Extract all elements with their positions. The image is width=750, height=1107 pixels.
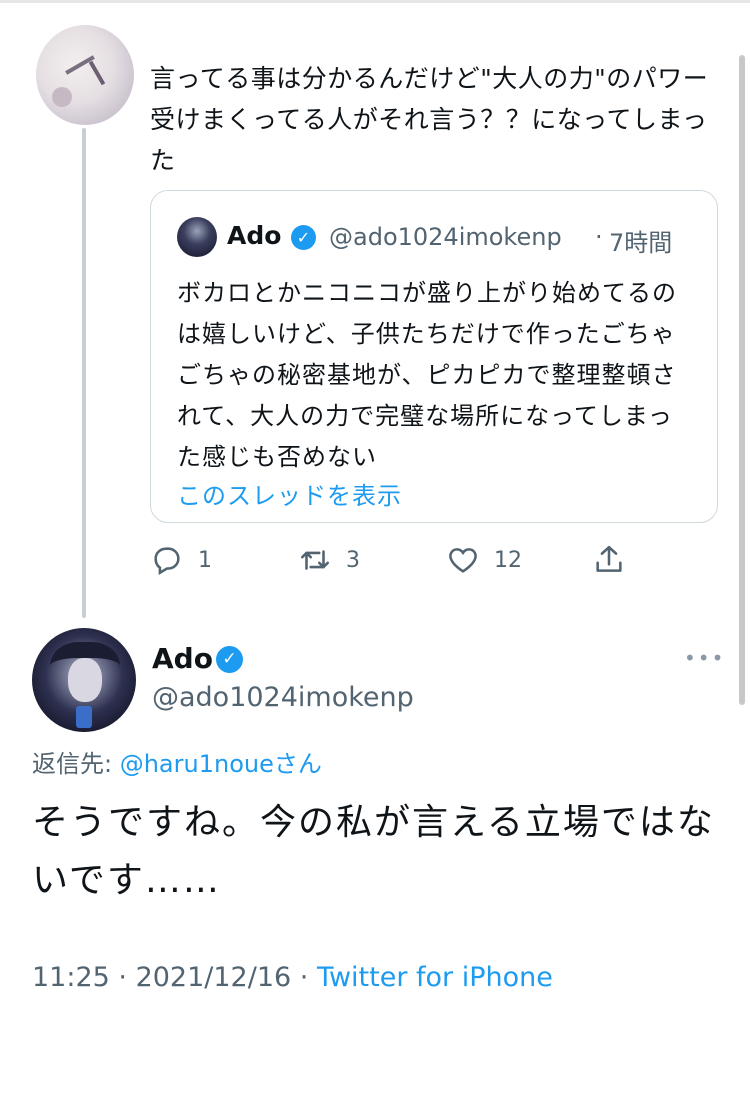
author-handle: @ado1024imokenp [329,223,562,251]
quoted-text: ボカロとかニコニコが盛り上がり始めてるのは嬉しいけど、子供たちだけで作ったごちゃ… [177,279,677,471]
tweet-text: 言ってる事は分かるんだけど"大人の力"のパワー受けまくってる人がそれ言う？？にな… [150,64,709,175]
thread-line [82,128,86,618]
author-handle[interactable]: @ado1024imokenp [152,682,414,713]
tweet-text: そうですね。今の私が言える立場ではないです…… [32,802,715,901]
avatar [177,217,217,257]
reply-count: 1 [198,547,212,573]
reply-suffix: さん [273,750,322,778]
share-button[interactable] [592,540,626,580]
client-link[interactable]: Twitter for iPhone [317,962,553,993]
tweet-time[interactable]: 11:25 [32,962,110,993]
retweet-icon [300,550,330,570]
avatar[interactable] [32,628,136,732]
separator: · [291,962,317,993]
scrollbar[interactable] [739,55,745,705]
retweet-count: 3 [346,547,360,573]
separator: · [595,223,603,251]
show-thread-link[interactable]: このスレッドを表示 [177,476,402,511]
author-name[interactable]: Ado [152,642,213,675]
reply-icon [154,547,180,576]
separator: · [109,962,136,993]
reply-context: 返信先: @haru1noueさん [32,744,322,779]
reply-mention-link[interactable]: @haru1noue [120,750,274,778]
tweet-actions: 1 3 12 [150,540,650,580]
avatar[interactable] [36,25,134,125]
verified-badge-icon: ✓ [291,225,316,250]
quoted-tweet[interactable]: Ado ✓ @ado1024imokenp · 7時間 ボカロとかニコニコが盛り… [150,190,718,523]
heart-icon [449,548,477,573]
tweet-date[interactable]: 2021/12/16 [136,962,292,993]
like-count: 12 [494,547,522,573]
retweet-button[interactable]: 3 [298,540,360,580]
author-name: Ado [227,221,282,250]
verified-badge-icon: ✓ [216,646,243,673]
timestamp: 7時間 [609,229,673,257]
more-icon[interactable]: ••• [684,646,725,670]
tweet-meta: 11:25 · 2021/12/16 · Twitter for iPhone [32,962,553,993]
reply-button[interactable]: 1 [150,540,212,580]
top-divider [0,0,750,3]
share-icon [596,545,622,572]
reply-label: 返信先: [32,750,120,778]
like-button[interactable]: 12 [446,540,522,580]
